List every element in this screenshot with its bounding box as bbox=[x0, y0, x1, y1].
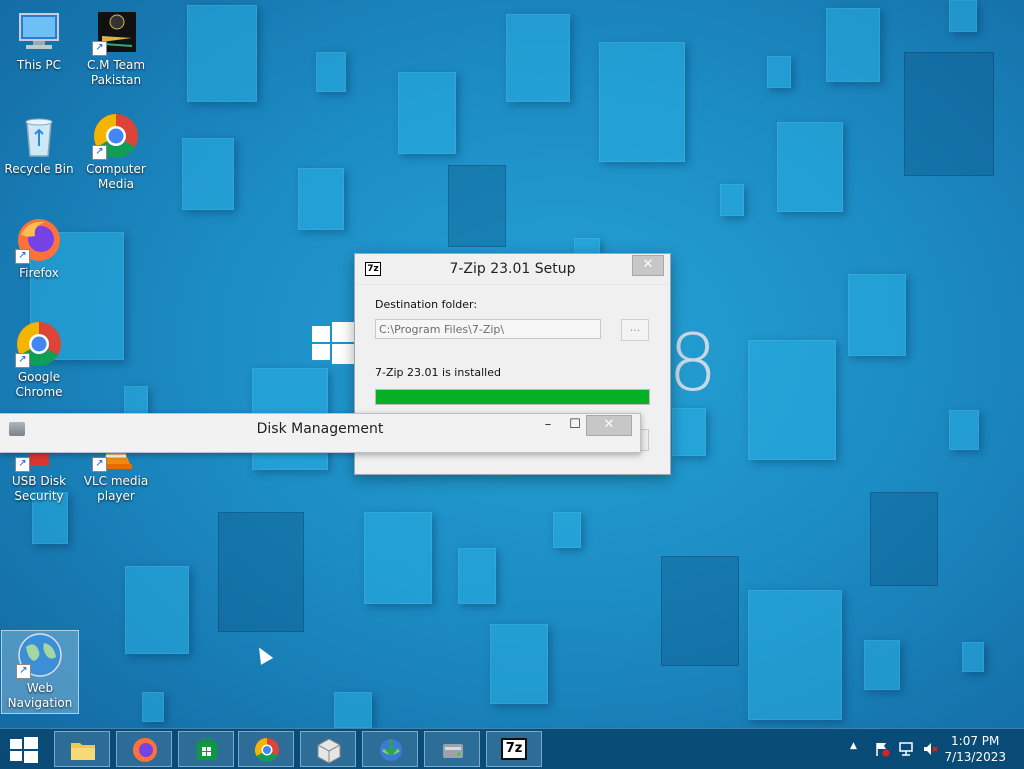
cube-icon bbox=[317, 738, 341, 764]
desktop-icon-firefox[interactable]: ↗ Firefox bbox=[1, 216, 77, 281]
shortcut-arrow-icon: ↗ bbox=[92, 145, 107, 160]
start-button[interactable] bbox=[10, 737, 38, 763]
clock-date: 7/13/2023 bbox=[944, 750, 1006, 764]
desktop-icon-label: This PC bbox=[17, 58, 61, 72]
destination-path-field[interactable]: C:\Program Files\7-Zip\ bbox=[375, 319, 601, 339]
desktop-icon-label: Web Navigation bbox=[7, 681, 73, 710]
progress-fill bbox=[376, 390, 649, 404]
taskbar-chrome[interactable] bbox=[238, 731, 294, 767]
desktop-icon-label: Computer Media bbox=[86, 162, 146, 191]
taskbar-disk-management[interactable] bbox=[424, 731, 480, 767]
desktop-icon-label: Firefox bbox=[19, 266, 59, 280]
disk-management-icon bbox=[443, 744, 463, 758]
folder-icon bbox=[71, 743, 95, 760]
system-clock[interactable]: 1:07 PM 7/13/2023 bbox=[944, 733, 1006, 765]
desktop-icon-computer-media[interactable]: ↗ Computer Media bbox=[78, 112, 154, 192]
download-globe-icon bbox=[380, 739, 402, 761]
firefox-icon: ↗ bbox=[15, 216, 63, 264]
shortcut-arrow-icon: ↗ bbox=[92, 457, 107, 472]
action-center-flag-icon[interactable] bbox=[874, 741, 890, 757]
taskbar: 7z ▲ 1:07 PM 7/13/2023 bbox=[0, 728, 1024, 769]
maximize-button[interactable]: ☐ bbox=[562, 418, 588, 434]
taskbar-7zip[interactable]: 7z bbox=[486, 731, 542, 767]
desktop-icon-cm-team-pakistan[interactable]: ↗ C.M Team Pakistan bbox=[78, 8, 154, 88]
7zip-icon: 7z bbox=[501, 738, 527, 760]
taskbar-app-cube[interactable] bbox=[300, 731, 356, 767]
desktop-icon-google-chrome[interactable]: ↗ Google Chrome bbox=[1, 320, 77, 400]
shortcut-arrow-icon: ↗ bbox=[15, 249, 30, 264]
minimize-button[interactable]: – bbox=[535, 418, 561, 434]
mouse-cursor-icon bbox=[253, 644, 274, 665]
firefox-icon bbox=[133, 738, 157, 762]
dialog-title-bar[interactable]: 7z 7-Zip 23.01 Setup ✕ bbox=[355, 254, 670, 285]
close-button[interactable]: ✕ bbox=[632, 255, 664, 276]
globe-icon: ↗ bbox=[16, 631, 64, 679]
shortcut-arrow-icon: ↗ bbox=[15, 457, 30, 472]
clock-time: 1:07 PM bbox=[951, 734, 1000, 748]
desktop-icon-label: Google Chrome bbox=[15, 370, 63, 399]
desktop-icon-web-navigation[interactable]: ↗ Web Navigation bbox=[1, 630, 79, 714]
shortcut-arrow-icon: ↗ bbox=[92, 41, 107, 56]
windows-logo-icon bbox=[10, 739, 22, 749]
desktop-icon-recycle-bin[interactable]: Recycle Bin bbox=[1, 112, 77, 177]
network-icon[interactable] bbox=[898, 741, 914, 757]
install-status-text: 7-Zip 23.01 is installed bbox=[375, 366, 501, 379]
close-button[interactable]: ✕ bbox=[586, 415, 632, 436]
desktop-icon-label: USB Disk Security bbox=[11, 474, 67, 503]
recycle-bin-icon bbox=[15, 112, 63, 160]
chrome-icon: ↗ bbox=[15, 320, 63, 368]
shortcut-arrow-icon: ↗ bbox=[15, 353, 30, 368]
browse-button[interactable]: ... bbox=[621, 319, 649, 341]
cm-team-logo-icon: ↗ bbox=[92, 8, 140, 56]
desktop-icon-label: C.M Team Pakistan bbox=[86, 58, 146, 87]
destination-folder-label: Destination folder: bbox=[375, 298, 478, 311]
shortcut-arrow-icon: ↗ bbox=[16, 664, 31, 679]
disk-management-window[interactable]: Disk Management – ☐ ✕ bbox=[0, 413, 641, 453]
computer-icon bbox=[15, 8, 63, 56]
chrome-icon bbox=[254, 738, 279, 763]
desktop-icon-this-pc[interactable]: This PC bbox=[1, 8, 77, 73]
store-icon bbox=[197, 736, 217, 760]
taskbar-download-manager[interactable] bbox=[362, 731, 418, 767]
show-hidden-icons-chevron[interactable]: ▲ bbox=[850, 741, 857, 751]
windows-logo-watermark bbox=[312, 322, 354, 364]
volume-muted-icon[interactable] bbox=[922, 741, 938, 757]
taskbar-file-explorer[interactable] bbox=[54, 731, 110, 767]
taskbar-firefox[interactable] bbox=[116, 731, 172, 767]
dialog-title: 7-Zip 23.01 Setup bbox=[449, 261, 576, 277]
desktop-icon-label: Recycle Bin bbox=[4, 162, 74, 176]
desktop-icon-label: VLC media player bbox=[83, 474, 149, 503]
chrome-icon: ↗ bbox=[92, 112, 140, 160]
taskbar-store[interactable] bbox=[178, 731, 234, 767]
windows-8-watermark: 8 bbox=[668, 319, 718, 409]
install-progress-bar bbox=[375, 389, 650, 405]
